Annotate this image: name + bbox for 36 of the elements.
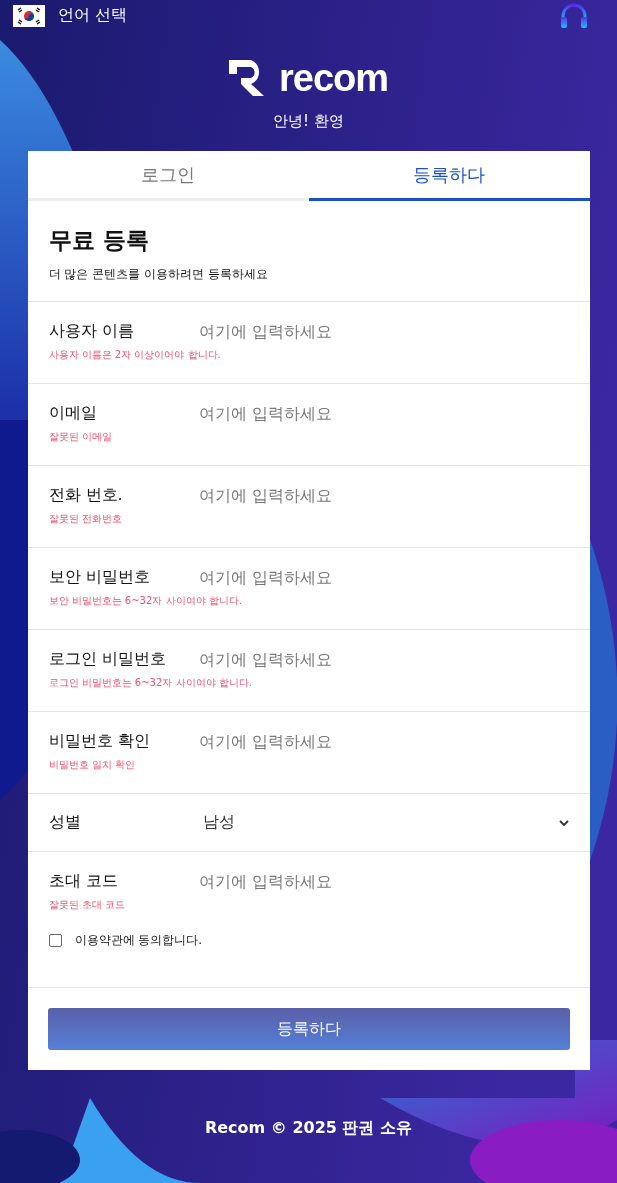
brand-name: recom (278, 58, 389, 98)
error-message: 비밀번호 일치 확인 (48, 758, 136, 772)
input-field[interactable]: 여기에 입력하세요 (198, 403, 569, 423)
input-field[interactable]: 여기에 입력하세요 (198, 871, 569, 891)
input-field[interactable]: 여기에 입력하세요 (198, 321, 569, 341)
terms-label[interactable]: 이용약관에 동의합니다. (74, 932, 203, 949)
welcome-text: 안녕! 환영 (273, 112, 344, 131)
headphones-icon[interactable] (559, 1, 589, 30)
field-label: 보안 비밀번호 (48, 566, 151, 588)
input-field[interactable]: 여기에 입력하세요 (198, 649, 569, 669)
field-label: 전화 번호. (48, 484, 124, 506)
field-label: 초대 코드 (48, 870, 119, 892)
register-button[interactable]: 등록하다 (47, 1008, 570, 1050)
gender-select[interactable]: 남성 (198, 812, 569, 833)
copyright-text: Recom © 2025 판권 소유 (204, 1118, 413, 1139)
checkbox[interactable] (48, 934, 62, 947)
input-field[interactable]: 여기에 입력하세요 (198, 485, 569, 505)
error-message: 사용자 이름은 2자 이상이어야 합니다. (48, 348, 222, 362)
language-label[interactable]: 언어 선택 (58, 5, 128, 26)
field-label: 이메일 (48, 402, 98, 424)
field-label: 성별 (48, 812, 82, 833)
error-message: 잘못된 초대 코드 (48, 898, 126, 912)
field-label: 사용자 이름 (48, 320, 135, 342)
error-message: 로그인 비밀번호는 6~32자 사이여야 합니다. (48, 676, 253, 690)
form-title: 무료 등록 (48, 226, 150, 255)
field-label: 비밀번호 확인 (48, 730, 151, 752)
chevron-down-icon (558, 819, 569, 826)
field-label: 로그인 비밀번호 (48, 648, 167, 670)
error-message: 잘못된 이메일 (48, 430, 113, 444)
form-subtitle: 더 많은 콘텐츠를 이용하려면 등록하세요 (48, 266, 269, 283)
error-message: 잘못된 전화번호 (48, 512, 123, 526)
logo-icon (228, 60, 265, 96)
error-message: 보안 비밀번호는 6~32자 사이여야 합니다. (48, 594, 243, 608)
flag-icon[interactable] (13, 4, 45, 27)
input-field[interactable]: 여기에 입력하세요 (198, 731, 569, 751)
input-field[interactable]: 여기에 입력하세요 (198, 567, 569, 587)
